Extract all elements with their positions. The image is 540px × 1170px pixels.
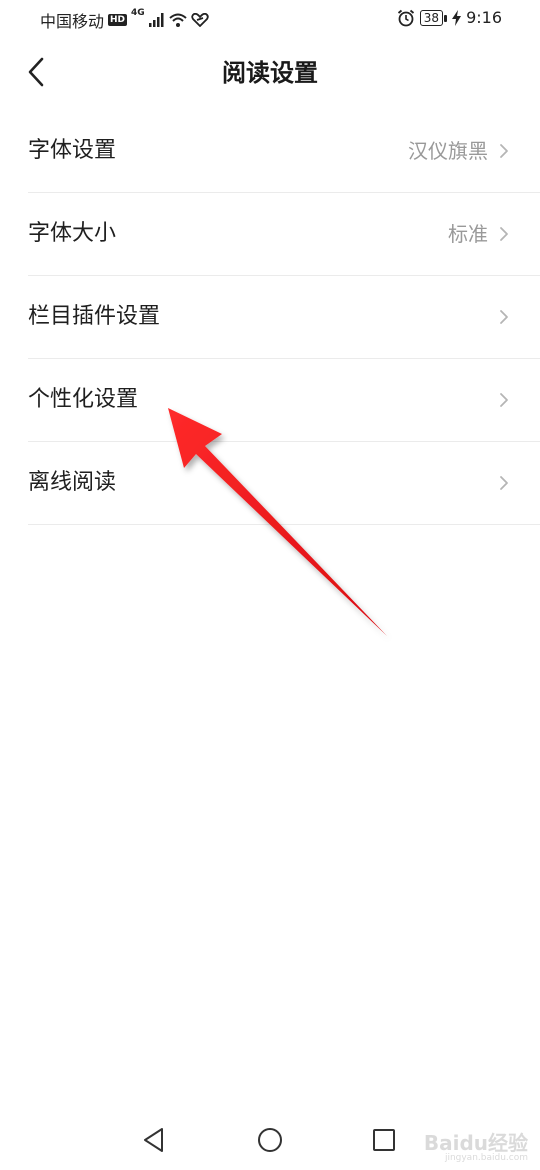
battery-level: 38 — [419, 9, 448, 26]
screen: 中国移动 HD 4G 38 9:16 阅读设置 字体设置 汉仪旗黑 字体大小 标… — [0, 0, 540, 1170]
header: 阅读设置 — [0, 36, 540, 110]
setting-item-font[interactable]: 字体设置 汉仪旗黑 — [28, 110, 540, 193]
setting-item-personalization[interactable]: 个性化设置 — [28, 359, 540, 442]
chevron-right-icon — [500, 227, 508, 241]
nav-back-button[interactable] — [138, 1124, 170, 1156]
wifi-icon — [169, 13, 187, 27]
watermark-text: Baidu经验 — [423, 1131, 528, 1155]
setting-value: 标准 — [448, 222, 488, 246]
setting-label: 个性化设置 — [28, 387, 139, 412]
network-type: 4G — [131, 8, 145, 18]
status-bar: 中国移动 HD 4G 38 9:16 — [0, 0, 540, 36]
page-title: 阅读设置 — [222, 59, 318, 87]
setting-item-font-size[interactable]: 字体大小 标准 — [28, 193, 540, 276]
nav-home-button[interactable] — [254, 1124, 286, 1156]
heart-link-icon — [190, 13, 209, 27]
setting-value: 汉仪旗黑 — [408, 139, 488, 163]
setting-label: 字体设置 — [28, 138, 117, 163]
status-time: 9:16 — [466, 8, 502, 27]
settings-list: 字体设置 汉仪旗黑 字体大小 标准 栏目插件设置 个性化设置 离线阅读 — [28, 110, 540, 525]
setting-label: 栏目插件设置 — [28, 304, 161, 329]
alarm-icon — [397, 9, 414, 26]
nav-recent-button[interactable] — [368, 1124, 400, 1156]
chevron-right-icon — [500, 310, 508, 324]
setting-item-offline-reading[interactable]: 离线阅读 — [28, 442, 540, 525]
watermark: Baidu经验 jingyan.baidu.com — [424, 1133, 528, 1164]
chevron-right-icon — [500, 144, 508, 158]
status-right: 38 9:16 — [397, 8, 502, 27]
charging-icon — [452, 9, 462, 26]
signal-icon — [148, 13, 164, 27]
setting-item-column-plugin[interactable]: 栏目插件设置 — [28, 276, 540, 359]
hd-badge: HD — [108, 14, 128, 26]
setting-label: 离线阅读 — [28, 470, 117, 495]
chevron-right-icon — [500, 476, 508, 490]
triangle-back-icon — [144, 1128, 163, 1152]
status-left: 中国移动 HD 4G — [40, 8, 209, 32]
chevron-right-icon — [500, 393, 508, 407]
circle-home-icon — [258, 1128, 282, 1152]
square-recent-icon — [373, 1129, 395, 1151]
carrier-name: 中国移动 — [40, 12, 105, 31]
setting-label: 字体大小 — [28, 221, 117, 246]
